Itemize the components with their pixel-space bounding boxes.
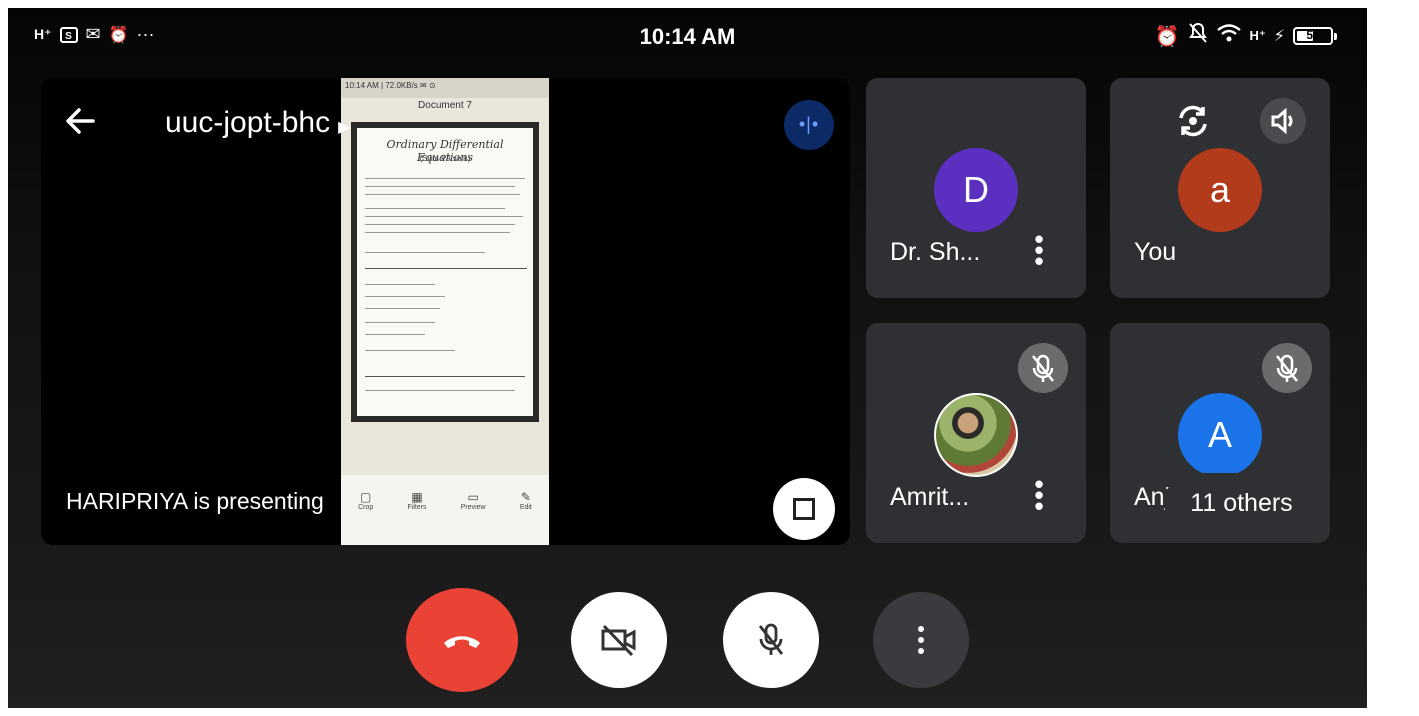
more-options-button[interactable] [873,592,969,688]
status-right: ⏰ H⁺ ⚡ 51 [1154,22,1337,50]
camera-off-icon [601,624,636,657]
mic-off-icon [1018,343,1068,393]
shared-status-bar: 10:14 AM | 72.0KB/s ✉ ⊙ [341,78,549,98]
more-vert-icon [918,626,924,654]
mic-off-icon [1262,343,1312,393]
wifi-icon [1216,23,1242,49]
avatar: D [934,148,1018,232]
participant-tile-self[interactable]: a You [1110,78,1330,298]
shared-document-title: Document 7 [418,100,472,111]
participant-tile[interactable]: Amrit... • • • [866,323,1086,543]
hang-up-icon [444,636,480,648]
fullscreen-button[interactable] [773,478,835,540]
speaker-icon[interactable] [1260,98,1306,144]
mic-toggle-button[interactable] [723,592,819,688]
avatar: a [1178,148,1262,232]
battery-icon: 51 [1293,27,1337,45]
end-call-button[interactable] [406,588,518,692]
mic-off-icon [758,623,784,655]
back-arrow-icon[interactable] [63,104,97,144]
chevron-right-icon: ▶ [338,119,351,136]
presenter-label: HARIPRIYA is presenting [66,488,324,514]
participant-more-icon[interactable]: • • • [1032,471,1046,519]
participant-more-icon[interactable]: • • • [1032,226,1046,274]
participant-tile[interactable]: D Dr. Sh... • • • [866,78,1086,298]
crop-icon: ▢ [360,490,372,504]
presentation-stage[interactable]: 10:14 AM | 72.0KB/s ✉ ⊙ Document 7 Ordin… [41,78,850,545]
shared-screen: 10:14 AM | 72.0KB/s ✉ ⊙ Document 7 Ordin… [341,78,549,545]
shared-action-row: ▢ Crop ▦ Filters ▭ Preview ✎ Edit [358,490,532,511]
avatar-photo [934,393,1018,477]
participant-name: Dr. Sh... [890,238,981,266]
call-controls [8,588,1367,698]
shared-document-page: Ordinary Differential Equations (Sum PA … [351,122,539,422]
edit-icon: ✎ [520,490,531,504]
participant-name: You [1134,238,1177,266]
preview-icon: ▭ [467,490,479,504]
camera-toggle-button[interactable] [571,592,667,688]
speaking-indicator-icon: •|• [784,100,834,150]
others-count-button[interactable]: 11 others [1164,473,1319,533]
participant-name: Amrit... [890,483,970,511]
paper-subheading: (Sum PA soln) [419,154,471,163]
status-bar: H⁺ S ✉ ⏰ ··· 10:14 AM ⏰ H⁺ ⚡ 51 [8,8,1367,64]
charging-icon: ⚡ [1273,28,1285,45]
switch-camera-icon[interactable] [1170,98,1216,144]
avatar: A [1178,393,1262,477]
meet-screen: H⁺ S ✉ ⏰ ··· 10:14 AM ⏰ H⁺ ⚡ 51 10:14 AM [8,8,1367,708]
shared-bottom-bar: ▢ Crop ▦ Filters ▭ Preview ✎ Edit [341,475,549,545]
meeting-code[interactable]: uuc-jopt-bhc ▶ [165,106,350,140]
silent-icon [1188,22,1208,50]
alarm-icon: ⏰ [1154,25,1180,48]
network-type-icon: H⁺ [1249,28,1266,43]
filters-icon: ▦ [411,490,423,504]
battery-level: 51 [1306,28,1320,42]
participant-tile[interactable]: A Anji... 11 others [1110,323,1330,543]
